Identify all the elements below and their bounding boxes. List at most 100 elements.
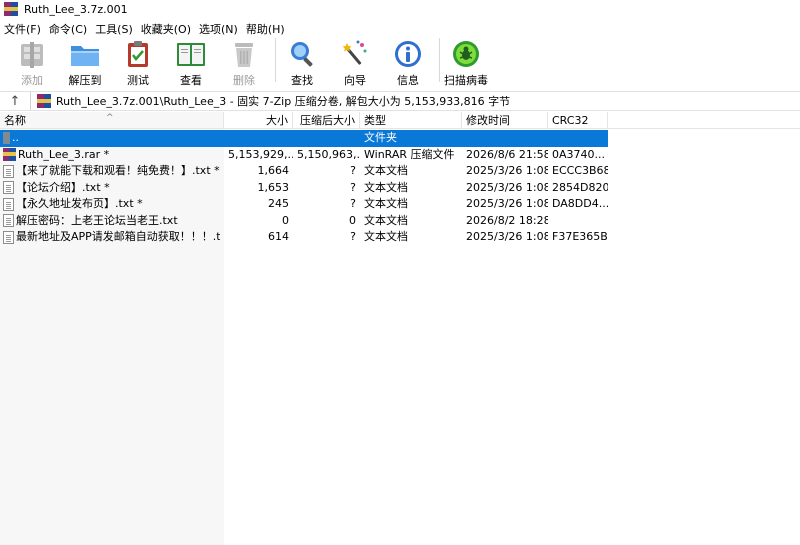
file-type: 文本文档 (364, 230, 408, 243)
folder-up-icon (3, 132, 10, 145)
file-crc (548, 213, 608, 230)
extract-folder-icon (69, 38, 101, 70)
file-packed: ? (350, 230, 356, 243)
column-header-type[interactable]: 类型 (360, 112, 462, 129)
file-name: 解压密码：上老王论坛当老王.txt (16, 213, 178, 227)
info-icon (392, 38, 424, 70)
file-mtime: 2026/8/6 21:58 (466, 147, 548, 161)
file-type: 文本文档 (364, 164, 408, 177)
file-row[interactable]: 【来了就能下载和观看！纯免费！】.txt * 1,664 ? 文本文档 2025… (0, 163, 800, 180)
menu-favorites[interactable]: 收藏夹(O) (141, 21, 195, 37)
column-header-name-label: 名称 (4, 114, 26, 127)
file-list: 名称 ^ 大小 压缩后大小 类型 修改时间 CRC32 .. 文件夹 Ruth_… (0, 112, 800, 545)
text-file-icon (3, 197, 14, 211)
delete-button[interactable]: 删除 (222, 38, 266, 88)
file-row-parent[interactable]: .. 文件夹 (0, 130, 800, 147)
file-row[interactable]: 最新地址及APP请发邮箱自动获取！！！.tx... 614 ? 文本文档 202… (0, 229, 800, 246)
test-button[interactable]: 测试 (116, 38, 160, 88)
name-cell: .. (0, 130, 224, 147)
file-type: 文件夹 (360, 130, 462, 147)
file-packed: ? (350, 197, 356, 210)
text-file-icon (3, 214, 14, 228)
file-mtime: 2025/3/26 1:08 (466, 197, 548, 210)
wizard-label: 向导 (344, 74, 366, 87)
menu-file[interactable]: 文件(F) (4, 21, 45, 37)
name-cell: 最新地址及APP请发邮箱自动获取！！！.tx... (0, 229, 224, 246)
file-name: 最新地址及APP请发邮箱自动获取！！！.tx... (16, 230, 220, 243)
file-row[interactable]: 【论坛介绍】.txt * 1,653 ? 文本文档 2025/3/26 1:08… (0, 180, 800, 197)
file-packed: ? (350, 164, 356, 177)
info-label: 信息 (397, 74, 419, 87)
toolbar-separator (439, 38, 440, 82)
column-header-crc[interactable]: CRC32 (548, 112, 608, 129)
file-name: 【永久地址发布页】.txt * (16, 197, 143, 210)
column-header-modified[interactable]: 修改时间 (462, 112, 548, 129)
file-row[interactable]: Ruth_Lee_3.rar * 5,153,929,... 5,150,963… (0, 147, 800, 164)
add-archive-icon (16, 38, 48, 70)
winrar-app-icon (4, 2, 18, 16)
window-title: Ruth_Lee_3.7z.001 (24, 2, 128, 16)
menu-bar: 文件(F) 命令(C) 工具(S) 收藏夹(O) 选项(N) 帮助(H) (0, 20, 800, 38)
address-field[interactable]: Ruth_Lee_3.7z.001\Ruth_Lee_3 - 固实 7-Zip … (30, 92, 800, 110)
toolbar: 添加 解压到 测试 查看 删除 查找 向导 信息 扫描病毒 (0, 38, 800, 90)
find-button[interactable]: 查找 (280, 38, 324, 88)
file-type: 文本文档 (364, 197, 408, 210)
name-cell: 【来了就能下载和观看！纯免费！】.txt * (0, 163, 224, 180)
name-cell: 【永久地址发布页】.txt * (0, 196, 224, 213)
delete-label: 删除 (233, 74, 255, 87)
add-button[interactable]: 添加 (10, 38, 54, 88)
file-packed: 0 (349, 213, 356, 227)
name-cell: 【论坛介绍】.txt * (0, 180, 224, 197)
address-text: Ruth_Lee_3.7z.001\Ruth_Lee_3 - 固实 7-Zip … (56, 95, 511, 108)
file-packed: ? (350, 180, 356, 194)
file-row[interactable]: 【永久地址发布页】.txt * 245 ? 文本文档 2025/3/26 1:0… (0, 196, 800, 213)
file-rows: .. 文件夹 Ruth_Lee_3.rar * 5,153,929,... 5,… (0, 130, 800, 246)
menu-options[interactable]: 选项(N) (199, 21, 242, 37)
file-crc (548, 130, 608, 147)
file-size: 5,153,929,... (228, 147, 293, 161)
archive-icon (37, 94, 51, 108)
column-header-packed[interactable]: 压缩后大小 (293, 112, 360, 129)
text-file-icon (3, 181, 14, 195)
extract-to-button[interactable]: 解压到 (63, 38, 107, 88)
text-file-icon (3, 230, 14, 244)
info-button[interactable]: 信息 (386, 38, 430, 88)
file-crc: F37E365B (552, 230, 608, 243)
wizard-button[interactable]: 向导 (333, 38, 377, 88)
file-mtime: 2025/3/26 1:08 (466, 180, 548, 194)
virus-scan-icon (450, 38, 482, 70)
view-book-icon (175, 38, 207, 70)
file-size: 1,664 (257, 164, 290, 177)
file-crc: 0A3740... (552, 147, 606, 161)
test-label: 测试 (127, 74, 149, 87)
view-label: 查看 (180, 74, 202, 87)
file-crc: 2854D820 (552, 180, 608, 194)
name-cell: 解压密码：上老王论坛当老王.txt (0, 213, 224, 230)
file-mtime: 2025/3/26 1:08 (466, 164, 548, 177)
up-arrow-icon[interactable]: ↑ (0, 94, 30, 109)
find-label: 查找 (291, 74, 313, 87)
column-header-size[interactable]: 大小 (224, 112, 293, 129)
file-packed (293, 130, 360, 147)
column-header-name[interactable]: 名称 ^ (0, 112, 224, 129)
file-crc: DA8DD4... (552, 197, 608, 210)
menu-help[interactable]: 帮助(H) (246, 21, 289, 37)
virus-scan-button[interactable]: 扫描病毒 (444, 38, 488, 88)
text-file-icon (3, 164, 14, 178)
file-mtime: 2026/8/2 18:28 (466, 213, 548, 227)
file-type: WinRAR 压缩文件 (364, 147, 455, 161)
file-row[interactable]: 解压密码：上老王论坛当老王.txt 0 0 文本文档 2026/8/2 18:2… (0, 213, 800, 230)
file-size: 614 (268, 230, 289, 243)
file-crc: ECCC3B68 (552, 164, 608, 177)
address-bar: ↑ Ruth_Lee_3.7z.001\Ruth_Lee_3 - 固实 7-Zi… (0, 91, 800, 111)
file-mtime (462, 130, 548, 147)
menu-commands[interactable]: 命令(C) (49, 21, 91, 37)
file-name: Ruth_Lee_3.rar * (18, 147, 110, 161)
menu-tools[interactable]: 工具(S) (95, 21, 137, 37)
sort-caret-icon: ^ (106, 113, 114, 123)
file-name: 【论坛介绍】.txt * (16, 180, 110, 194)
view-button[interactable]: 查看 (169, 38, 213, 88)
find-magnifier-icon (286, 38, 318, 70)
file-size: 245 (268, 197, 289, 210)
wizard-wand-icon (339, 38, 371, 70)
